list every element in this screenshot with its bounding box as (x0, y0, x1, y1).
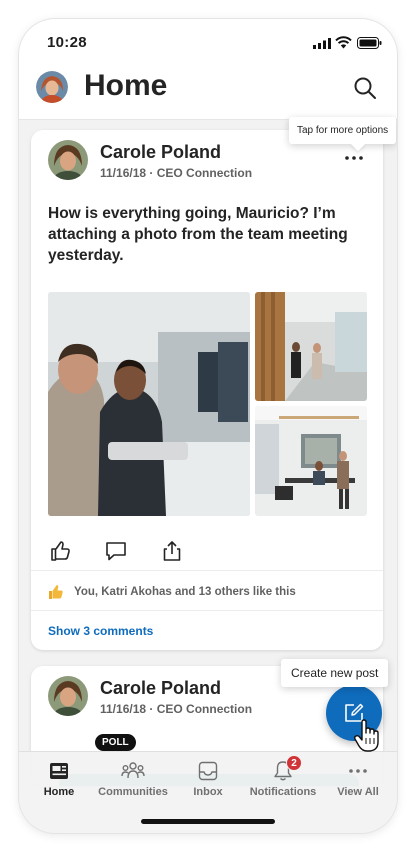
author-avatar[interactable] (48, 140, 88, 180)
nav-label-communities: Communities (98, 786, 168, 798)
post-action-bar (31, 536, 383, 568)
post-text: How is everything going, Mauricio? I’m a… (48, 205, 348, 264)
inbox-icon (198, 761, 218, 781)
notification-badge: 2 (286, 755, 302, 771)
app-header: Home (19, 69, 397, 120)
author-avatar[interactable] (48, 676, 88, 716)
divider (31, 570, 383, 571)
battery-icon (357, 37, 382, 49)
likes-text: You, Katri Akohas and 13 others like thi… (74, 586, 296, 598)
hand-cursor-icon (353, 719, 379, 752)
communities-icon (121, 762, 145, 779)
post-photo-hallway[interactable] (255, 292, 367, 401)
post-meta: 11/16/18 · CEO Connection (100, 702, 253, 716)
author-name[interactable]: Carole Poland (100, 142, 221, 163)
create-post-tooltip: Create new post (281, 659, 389, 687)
share-icon (163, 541, 181, 561)
likes-summary[interactable]: You, Katri Akohas and 13 others like thi… (48, 582, 296, 602)
phone-frame: 10:28 Home Carole Poland 11/16/18 · CEO … (19, 19, 397, 833)
signal-icon (313, 38, 331, 49)
poll-badge: POLL (95, 734, 136, 751)
profile-avatar[interactable] (36, 71, 68, 103)
status-time: 10:28 (47, 34, 87, 51)
divider (31, 610, 383, 611)
search-icon (354, 77, 376, 99)
like-icon (51, 541, 70, 561)
more-icon (349, 769, 367, 773)
home-icon (50, 763, 68, 779)
nav-item-home[interactable]: Home (39, 758, 79, 798)
home-indicator (141, 819, 275, 824)
post-card: Carole Poland 11/16/18 · CEO Connection … (31, 130, 383, 650)
post-photo-main[interactable] (48, 292, 250, 516)
nav-label-view-all: View All (337, 786, 379, 798)
comment-button[interactable] (101, 536, 131, 566)
page-title: Home (84, 69, 168, 102)
search-button[interactable] (350, 73, 380, 103)
post-meta: 11/16/18 · CEO Connection (100, 166, 253, 180)
status-bar: 10:28 (19, 19, 397, 69)
nav-label-notifications: Notifications (249, 786, 317, 798)
nav-item-view-all[interactable]: View All (333, 758, 383, 798)
nav-label-home: Home (43, 786, 75, 798)
nav-label-inbox: Inbox (193, 786, 223, 798)
share-button[interactable] (157, 536, 187, 566)
nav-item-communities[interactable]: Communities (91, 758, 175, 798)
comment-icon (106, 542, 126, 561)
nav-item-notifications[interactable]: 2 Notifications (243, 755, 323, 798)
more-options-button[interactable] (341, 148, 367, 168)
post-photo-office[interactable] (255, 406, 367, 516)
author-name[interactable]: Carole Poland (100, 678, 221, 699)
more-icon (345, 156, 363, 160)
thumbs-up-icon (49, 585, 63, 599)
wifi-icon (335, 36, 352, 49)
more-options-tooltip: Tap for more options (289, 117, 397, 144)
nav-item-inbox[interactable]: Inbox (187, 758, 229, 798)
like-button[interactable] (45, 536, 75, 566)
show-comments-link[interactable]: Show 3 comments (48, 624, 153, 638)
